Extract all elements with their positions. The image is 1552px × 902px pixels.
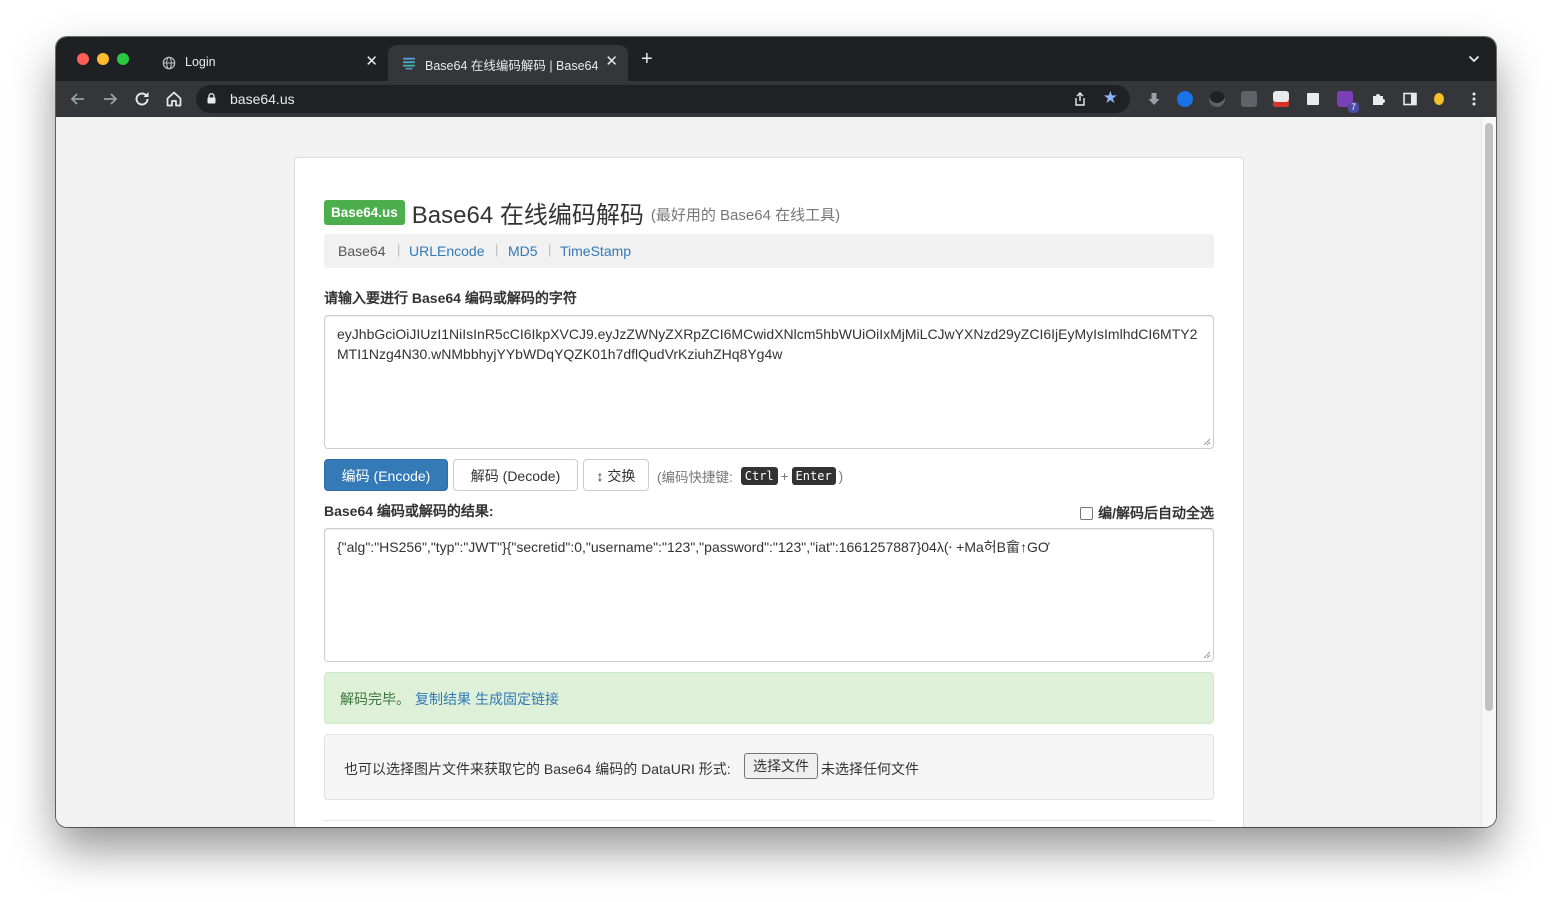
resize-grip-icon[interactable] — [1203, 651, 1211, 659]
auto-select-option[interactable]: 编/解码后自动全选 — [1080, 503, 1214, 523]
extension-puzzle-grid-icon[interactable] — [1241, 91, 1257, 107]
brand-badge[interactable]: Base64.us — [324, 199, 405, 225]
profile-avatar[interactable] — [1434, 93, 1444, 105]
nav-item-base64[interactable]: Base64 — [338, 243, 385, 259]
decode-button[interactable]: 解码 (Decode) — [453, 459, 578, 491]
tab-title: Base64 在线编码解码 | Base64 — [425, 59, 599, 73]
address-bar[interactable]: base64.us ★ — [196, 85, 1130, 113]
page-subtitle: (最好用的 Base64 在线工具) — [650, 207, 841, 224]
bookmark-star-icon[interactable]: ★ — [1103, 89, 1118, 107]
browser-toolbar: base64.us ★ 7 — [56, 81, 1496, 117]
download-icon[interactable] — [1146, 91, 1162, 107]
page-viewport: Base64.us Base64 在线编码解码 (最好用的 Base64 在线工… — [56, 117, 1496, 827]
shortcut-suffix: ) — [838, 468, 844, 484]
status-message: 解码完毕。 — [340, 691, 410, 707]
kbd-ctrl: Ctrl — [740, 467, 778, 485]
shortcut-prefix: (编码快捷键: — [657, 470, 733, 485]
scrollbar[interactable] — [1481, 117, 1496, 827]
main-card: Base64.us Base64 在线编码解码 (最好用的 Base64 在线工… — [294, 157, 1244, 827]
tool-nav: Base64 | URLEncode | MD5 | TimeStamp — [324, 234, 1214, 268]
nav-item-urlencode[interactable]: URLEncode — [409, 243, 485, 259]
tab-base64[interactable]: Base64 在线编码解码 | Base64 ✕ — [388, 45, 628, 81]
chevron-down-icon[interactable] — [1468, 53, 1480, 65]
tab-title: Login — [185, 55, 216, 69]
input-textarea[interactable]: eyJhbGciOiJIUzI1NiIsInR5cCI6IkpXVCJ9.eyJ… — [324, 315, 1214, 449]
extension-blue-icon[interactable] — [1177, 91, 1193, 107]
result-label: Base64 编码或解码的结果: — [324, 503, 494, 519]
input-text: eyJhbGciOiJIUzI1NiIsInR5cCI6IkpXVCJ9.eyJ… — [337, 326, 1198, 362]
page-header: Base64.us Base64 在线编码解码 (最好用的 Base64 在线工… — [324, 196, 841, 229]
encode-button[interactable]: 编码 (Encode) — [324, 459, 448, 491]
close-tab-icon[interactable]: ✕ — [605, 53, 618, 71]
file-upload-panel: 也可以选择图片文件来获取它的 Base64 编码的 DataURI 形式: 选择… — [324, 734, 1214, 800]
more-menu-icon[interactable] — [1466, 91, 1482, 107]
base64-favicon — [402, 57, 416, 70]
extension-hat-icon[interactable] — [1209, 91, 1225, 107]
puzzle-icon[interactable] — [1370, 91, 1386, 107]
tab-strip: Login ✕ Base64 在线编码解码 | Base64 ✕ + — [56, 37, 1496, 81]
side-panel-icon[interactable] — [1402, 91, 1418, 107]
minimize-window-button[interactable] — [97, 53, 109, 65]
resize-grip-icon[interactable] — [1203, 438, 1211, 446]
scrollbar-thumb[interactable] — [1485, 123, 1493, 711]
extension-ip-icon[interactable] — [1305, 91, 1321, 107]
extension-purple-icon[interactable]: 7 — [1337, 91, 1359, 113]
auto-select-label: 编/解码后自动全选 — [1098, 505, 1214, 521]
globe-icon — [162, 56, 176, 70]
url-text: base64.us — [230, 91, 295, 107]
nav-item-md5[interactable]: MD5 — [508, 243, 538, 259]
kbd-enter: Enter — [791, 467, 836, 485]
file-prompt: 也可以选择图片文件来获取它的 Base64 编码的 DataURI 形式: — [344, 761, 731, 777]
reload-icon[interactable] — [132, 89, 152, 109]
shortcut-hint: (编码快捷键: Ctrl + Enter ) — [657, 466, 843, 486]
copy-result-link[interactable]: 复制结果 — [415, 689, 471, 709]
new-tab-button[interactable]: + — [641, 49, 653, 69]
auto-select-checkbox[interactable] — [1080, 506, 1094, 520]
back-arrow-icon[interactable] — [68, 89, 88, 109]
permalink-link[interactable]: 生成固定链接 — [475, 689, 559, 709]
nav-separator: | — [397, 242, 401, 257]
forward-arrow-icon[interactable] — [100, 89, 120, 109]
swap-button[interactable]: ↕ 交换 — [583, 459, 649, 491]
page-title: Base64 在线编码解码 — [411, 201, 644, 229]
zoom-window-button[interactable] — [117, 53, 129, 65]
nav-separator: | — [548, 242, 552, 257]
share-icon[interactable] — [1072, 91, 1088, 107]
extension-badge: 7 — [1347, 102, 1359, 113]
result-text: {"alg":"HS256","typ":"JWT"}{"secretid":0… — [337, 539, 1050, 555]
browser-window: Login ✕ Base64 在线编码解码 | Base64 ✕ + base6… — [56, 37, 1496, 827]
tab-login[interactable]: Login ✕ — [148, 45, 388, 81]
nav-separator: | — [495, 242, 499, 257]
close-tab-icon[interactable]: ✕ — [365, 53, 378, 71]
lock-icon — [207, 93, 216, 104]
shortcut-plus: + — [780, 468, 789, 484]
no-file-text: 未选择任何文件 — [821, 761, 919, 777]
nav-item-timestamp[interactable]: TimeStamp — [560, 243, 631, 259]
home-icon[interactable] — [164, 89, 184, 109]
result-textarea[interactable]: {"alg":"HS256","typ":"JWT"}{"secretid":0… — [324, 528, 1214, 662]
close-window-button[interactable] — [77, 53, 89, 65]
choose-file-button[interactable]: 选择文件 — [744, 753, 818, 779]
extension-list-icon[interactable] — [1273, 91, 1289, 107]
status-alert: 解码完毕。 复制结果 生成固定链接 — [324, 672, 1214, 724]
input-label: 请输入要进行 Base64 编码或解码的字符 — [324, 290, 577, 306]
divider — [324, 820, 1214, 821]
